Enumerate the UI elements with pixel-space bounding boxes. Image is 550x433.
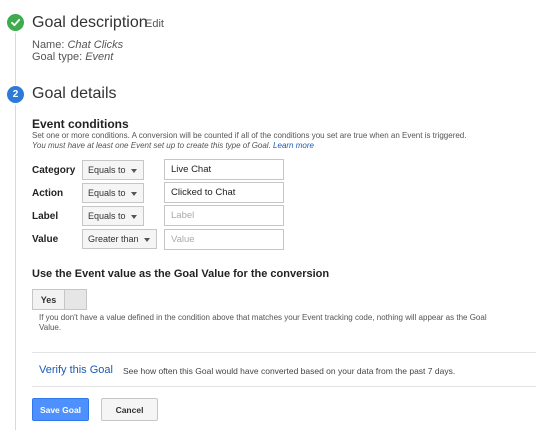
- divider: [32, 386, 536, 387]
- goal-type-label: Goal type:: [32, 51, 83, 63]
- chevron-down-icon: [144, 238, 150, 242]
- step-connector: [15, 33, 16, 85]
- event-conditions-note: You must have at least one Event set up …: [32, 141, 532, 151]
- cancel-button[interactable]: Cancel: [101, 398, 158, 421]
- edit-link[interactable]: Edit: [145, 18, 164, 30]
- condition-label-label: Label: [32, 211, 59, 222]
- condition-label-action: Action: [32, 188, 64, 199]
- goal-type-value: Event: [85, 51, 114, 63]
- category-value-input[interactable]: [164, 159, 284, 180]
- value-operator-value: Greater than: [88, 234, 139, 244]
- goal-name-line: Name: Chat Clicks: [32, 39, 123, 51]
- event-conditions-heading: Event conditions: [32, 117, 129, 131]
- action-value-input[interactable]: [164, 182, 284, 203]
- step-connector-2: [15, 105, 16, 430]
- goal-value-toggle[interactable]: Yes: [32, 289, 87, 310]
- value-operator-select[interactable]: Greater than: [82, 229, 157, 249]
- goal-description-title: Goal description: [32, 14, 148, 31]
- goal-name-label: Name:: [32, 39, 65, 51]
- verify-goal-description: See how often this Goal would have conve…: [123, 366, 456, 376]
- goal-type-line: Goal type: Event: [32, 51, 113, 63]
- toggle-yes-label: Yes: [33, 290, 65, 309]
- event-conditions-help: Set one or more conditions. A conversion…: [32, 131, 467, 140]
- learn-more-link[interactable]: Learn more: [273, 141, 314, 150]
- goal-details-title: Goal details: [32, 85, 117, 102]
- action-operator-value: Equals to: [88, 188, 126, 198]
- chevron-down-icon: [131, 169, 137, 173]
- label-operator-select[interactable]: Equals to: [82, 206, 144, 226]
- event-conditions-note-text: You must have at least one Event set up …: [32, 141, 271, 150]
- category-operator-select[interactable]: Equals to: [82, 160, 144, 180]
- goal-value-help: If you don't have a value defined in the…: [39, 313, 487, 322]
- goal-value-help-cont: Value.: [39, 323, 62, 332]
- save-goal-button[interactable]: Save Goal: [32, 398, 89, 421]
- step-number-badge: 2: [7, 86, 24, 103]
- divider: [32, 352, 536, 353]
- goal-name-value: Chat Clicks: [67, 39, 124, 51]
- goal-value-heading: Use the Event value as the Goal Value fo…: [32, 268, 330, 280]
- action-operator-select[interactable]: Equals to: [82, 183, 144, 203]
- condition-label-value: Value: [32, 234, 59, 245]
- condition-label-category: Category: [32, 165, 76, 176]
- check-icon: [7, 14, 24, 31]
- verify-goal-link[interactable]: Verify this Goal: [39, 364, 113, 376]
- label-operator-value: Equals to: [88, 211, 126, 221]
- category-operator-value: Equals to: [88, 165, 126, 175]
- chevron-down-icon: [131, 192, 137, 196]
- value-value-input[interactable]: [164, 229, 284, 250]
- toggle-knob[interactable]: [65, 290, 86, 309]
- label-value-input[interactable]: [164, 205, 284, 226]
- chevron-down-icon: [131, 215, 137, 219]
